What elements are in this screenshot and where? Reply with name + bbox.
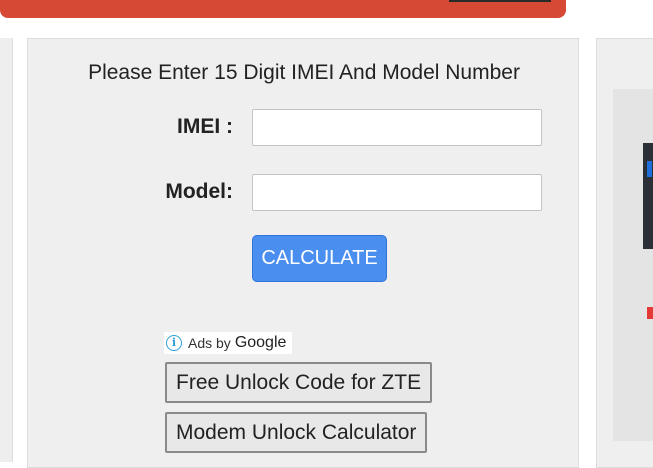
ads-provider: Google [234, 334, 287, 351]
imei-label: IMEI : [177, 115, 233, 138]
top-banner [0, 0, 566, 18]
right-side-panel [596, 38, 653, 468]
model-label: Model: [165, 180, 233, 203]
ads-by-google[interactable]: i Ads by Google [164, 332, 293, 354]
side-ad-image[interactable] [613, 89, 653, 441]
ad-image-mark [647, 161, 652, 177]
ads-by-label: Ads by [188, 335, 231, 351]
ad-link-modem-unlock-calculator[interactable]: Modem Unlock Calculator [165, 412, 428, 453]
banner-link-underline[interactable] [449, 0, 551, 2]
ad-link-free-unlock-zte[interactable]: Free Unlock Code for ZTE [165, 362, 433, 403]
ad-red-tag [647, 307, 653, 319]
info-icon[interactable]: i [166, 335, 182, 351]
imei-input[interactable] [252, 109, 542, 146]
form-heading: Please Enter 15 Digit IMEI And Model Num… [88, 61, 520, 84]
imei-form-panel: Please Enter 15 Digit IMEI And Model Num… [27, 38, 579, 468]
ad-image-block [643, 143, 653, 249]
model-input[interactable] [252, 174, 542, 211]
calculate-button[interactable]: CALCULATE [252, 235, 387, 282]
left-side-panel [0, 38, 13, 462]
